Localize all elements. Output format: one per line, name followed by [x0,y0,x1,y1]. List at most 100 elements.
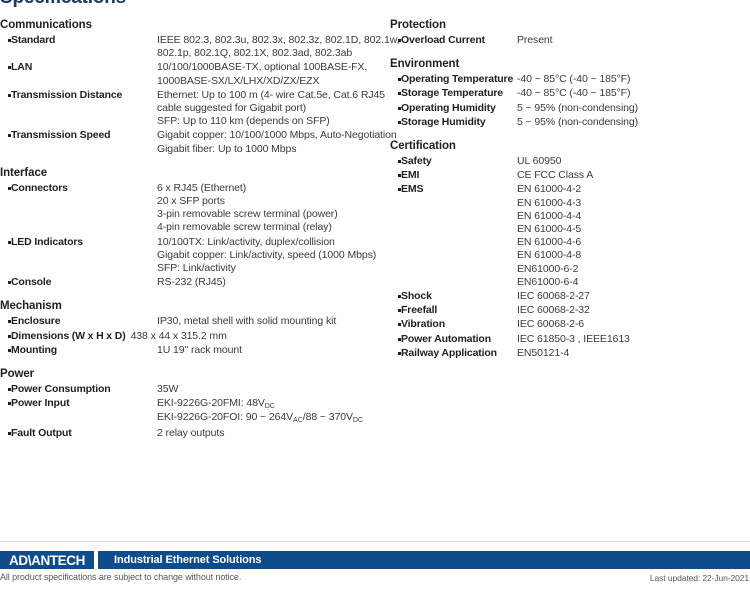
spec-row: Dimensions (W x H x D) 438 x 44 x 315.2 m… [0,330,382,343]
footer-divider [0,541,750,542]
spec-value-line: Gigabit copper: Link/activity, speed (10… [157,248,377,261]
spec-label: Railway Application [401,346,497,359]
spec-value: 10/100/1000BASE-TX, optional 100BASE-FX,… [157,61,382,87]
spec-value: IEC 61850-3 , IEEE1613 [517,333,750,346]
spec-value-line: Gigabit fiber: Up to 1000 Mbps [157,142,297,155]
spec-value-line: SFP: Link/activity [157,262,236,275]
spec-row: Safety UL 60950 [390,155,750,168]
spec-row: Operating Temperature -40 ~ 85°C (-40 ~ 1… [390,73,750,86]
bullet-icon [0,427,11,435]
bullet-icon [390,183,401,192]
section-title: Certification [390,140,456,153]
bullet-icon [390,73,401,82]
spec-value-line: EN61000-6-4 [517,275,579,288]
spec-label: Transmission Distance [11,88,123,101]
bullet-icon [0,383,11,392]
bullet-icon [390,333,401,341]
spec-label: Power Input [11,397,70,410]
spec-row: Storage Humidity 5 ~ 95% (non-condensing) [390,116,750,129]
spec-value-line: IEC 60068-2-6 [517,318,584,331]
spec-label: Transmission Speed [11,129,111,142]
spec-value-line: IP30, metal shell with solid mounting ki… [157,315,337,328]
section-title: Interface [0,166,48,179]
spec-value-line: 10/100TX: Link/activity, duplex/collisio… [157,235,335,248]
spec-value-line: RS-232 (RJ45) [157,276,226,289]
last-updated-text: Last updated: 22-Jun-2021 [649,573,749,583]
spec-row: Transmission Distance Ethernet: Up to 100… [0,88,385,129]
spec-row: Fault Output 2 relay outputs [0,427,382,440]
spec-value: IEC 60068-2-6 [517,318,750,331]
spec-value: UL 60950 [517,155,750,168]
spec-row: Railway Application EN50121-4 [390,347,750,360]
spec-value-line: EN 61000-4-4 [517,209,582,222]
spec-value-line: 802.1p, 802.1Q, 802.1X, 802.3ad, 802.3ab [157,47,353,60]
bullet-icon [0,129,11,138]
spec-value-line: EN61000-6-2 [517,262,579,275]
bullet-icon [390,304,401,313]
bullet-icon [390,318,401,327]
spec-section: Mechanism Enclosure IP30, metal shell with… [0,300,382,357]
spec-value-line: EN 61000-4-2 [517,183,582,196]
spec-value: IEC 60068-2-32 [517,304,750,317]
bullet-icon [0,344,11,352]
spec-value-line: IEC 60068-2-32 [517,304,590,317]
spec-row: EMI CE FCC Class A [390,169,750,182]
spec-section: Interface Connectors 6 x RJ45 (Ethernet) 20… [0,167,382,290]
specifications-right-column: Protection Overload Current Present Environ… [390,19,750,371]
section-title: Protection [390,19,446,31]
spec-value: 5 ~ 95% (non-condensing) [517,116,750,129]
spec-label: Power Automation [401,332,491,345]
spec-row: Storage Temperature -40 ~ 85°C (-40 ~ 185… [390,87,750,100]
spec-value: Present [517,34,750,47]
spec-value-line: Present [517,34,553,46]
spec-label: Storage Temperature [401,87,503,100]
spec-label: LED Indicators [11,235,83,248]
spec-label: Overload Current [401,34,485,46]
page-title: Specifications [0,0,126,9]
spec-label: Connectors [11,181,68,194]
spec-value-line: EKI-9226G-20FOI: 90 ~ 264VAC/88 ~ 370VDC [157,411,363,425]
bullet-icon [390,34,401,42]
spec-value-line: 1U 19" rack mount [157,343,242,356]
spec-value-line: IEC 61850-3 , IEEE1613 [517,332,630,345]
spec-row: Power Consumption 35W [0,383,382,396]
spec-value-line: IEC 60068-2-27 [517,290,590,303]
spec-value-line: EN 61000-4-3 [517,196,582,209]
spec-label: Freefall [401,304,438,317]
spec-label: Operating Temperature [401,73,514,86]
spec-value: 5 ~ 95% (non-condensing) [517,102,750,115]
spec-value-line: 6 x RJ45 (Ethernet) [157,181,247,194]
spec-value: -40 ~ 85°C (-40 ~ 185°F) [517,87,750,100]
spec-value: EN 61000-4-2 EN 61000-4-3 EN 61000-4-4 EN 6… [517,183,750,289]
spec-row: Power Automation IEC 61850-3 , IEEE1613 [390,333,750,346]
spec-row: Overload Current Present [390,34,750,47]
section-title: Environment [390,58,460,71]
spec-value-line: EKI-9226G-20FMI: 48VDC [157,397,275,411]
spec-value-line: Gigabit copper: 10/100/1000 Mbps, Auto-N… [157,129,397,142]
bullet-icon [390,102,401,110]
spec-row: Console RS-232 (RJ45) [0,276,382,289]
spec-label: Vibration [401,318,445,331]
spec-value-line: IEEE 802.3, 802.3u, 802.3x, 802.3z, 802.… [157,34,400,46]
spec-value: EN50121-4 [517,347,750,360]
spec-row: Mounting 1U 19" rack mount [0,344,382,357]
bullet-icon [0,276,11,285]
spec-row: LAN 10/100/1000BASE-TX, optional 100BASE-… [0,61,382,87]
spec-value: 35W [157,383,382,396]
spec-value-line: EN 61000-4-6 [517,236,582,249]
spec-value-line: EN50121-4 [517,346,570,359]
spec-value-line: 4-pin removable screw terminal (relay) [157,221,332,234]
spec-row: Enclosure IP30, metal shell with solid mo… [0,315,382,328]
spec-value-line: EN 61000-4-5 [517,223,582,236]
spec-value: 6 x RJ45 (Ethernet) 20 x SFP ports 3-pin r… [157,182,382,235]
spec-value-line: 5 ~ 95% (non-condensing) [517,101,639,114]
spec-value-line: SFP: Up to 110 km (depends on SFP) [157,115,330,128]
spec-value-line: CE FCC Class A [517,169,594,182]
spec-row: Vibration IEC 60068-2-6 [390,318,750,331]
spec-label: Mounting [11,343,58,356]
section-title: Mechanism [0,300,62,313]
banner-title: Industrial Ethernet Solutions [114,554,262,566]
spec-row: Transmission Speed Gigabit copper: 10/100… [0,129,397,155]
spec-value-line: -40 ~ 85°C (-40 ~ 185°F) [517,73,631,86]
spec-section: Protection Overload Current Present [390,19,750,47]
